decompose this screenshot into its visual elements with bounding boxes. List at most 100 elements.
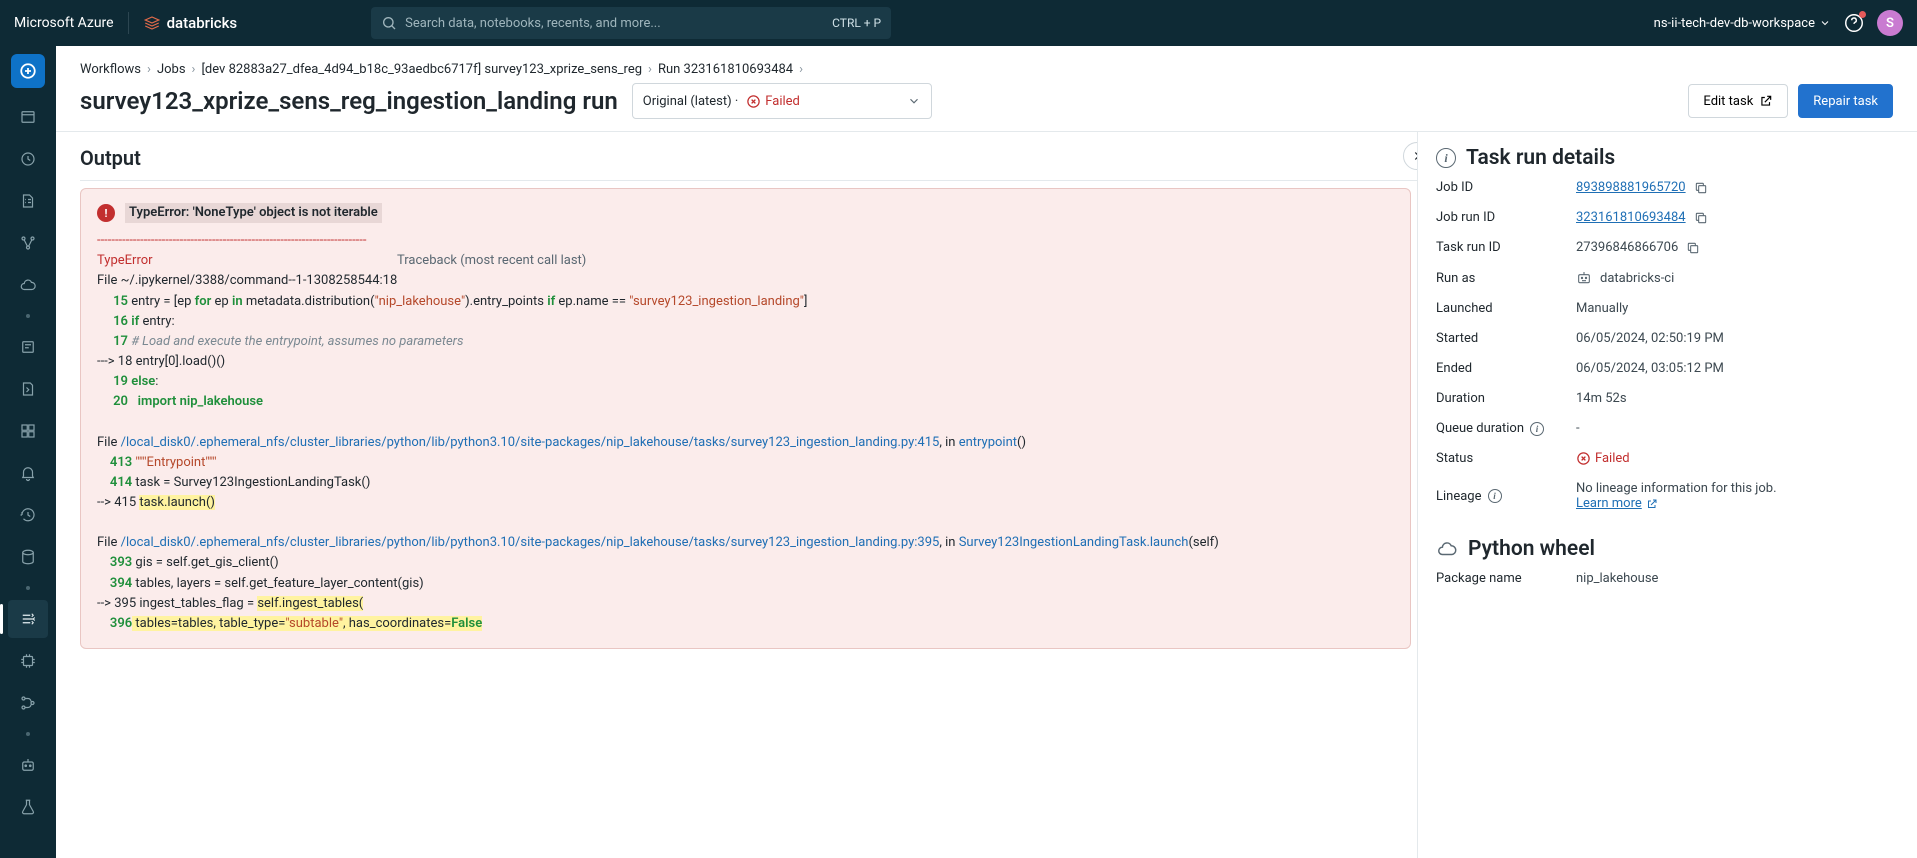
help-button[interactable] xyxy=(1843,12,1865,34)
v-started: 06/05/2024, 02:50:19 PM xyxy=(1576,331,1893,346)
x-circle-icon xyxy=(746,94,761,109)
search-input[interactable] xyxy=(405,16,824,31)
tb-l18: ---> 18 entry[0].load()() xyxy=(97,352,1394,372)
nav-sql[interactable] xyxy=(8,328,48,366)
title-left: survey123_xprize_sens_reg_ingestion_land… xyxy=(80,83,932,119)
tb-file3: File /local_disk0/.ephemeral_nfs/cluster… xyxy=(97,533,1394,553)
robot-icon xyxy=(19,756,37,774)
x-circle-icon xyxy=(1576,451,1591,466)
notification-dot xyxy=(1859,11,1866,18)
nav-ml[interactable] xyxy=(8,746,48,784)
cloud-icon xyxy=(1436,538,1458,560)
page-title: survey123_xprize_sens_reg_ingestion_land… xyxy=(80,87,618,115)
repair-task-button[interactable]: Repair task xyxy=(1798,84,1893,118)
nav-compute[interactable] xyxy=(8,642,48,680)
copy-icon[interactable] xyxy=(1686,241,1700,255)
crumb-run[interactable]: Run 323161810693484 xyxy=(658,62,793,77)
job-id-link[interactable]: 893898881965720 xyxy=(1576,180,1686,195)
external-link-icon xyxy=(1646,498,1658,510)
tb-l19: 19 else: xyxy=(97,372,1394,392)
nav-catalog[interactable] xyxy=(8,182,48,220)
shell: Workflows › Jobs › [dev 82883a27_dfea_4d… xyxy=(0,46,1917,858)
external-link-icon xyxy=(1759,94,1773,108)
nav-dash[interactable] xyxy=(8,412,48,450)
folder-icon xyxy=(19,108,37,126)
avatar[interactable]: S xyxy=(1877,10,1903,36)
nav-experiments[interactable] xyxy=(8,788,48,826)
k-job-run-id: Job run ID xyxy=(1436,210,1576,225)
brand-text: databricks xyxy=(167,14,238,32)
tb-l413: 413 """Entrypoint""" xyxy=(97,453,1394,473)
nav-pipe[interactable] xyxy=(8,684,48,722)
v-run-as: databricks-ci xyxy=(1576,270,1893,286)
info-icon[interactable]: i xyxy=(1530,422,1544,436)
rail-separator-2 xyxy=(26,586,30,590)
title-right: Edit task Repair task xyxy=(1688,84,1893,118)
tb-l16: 16 if entry: xyxy=(97,312,1394,332)
nav-cloud[interactable] xyxy=(8,266,48,304)
v-status: Failed xyxy=(1576,451,1893,466)
content-row: Output ! TypeError: 'NoneType' object is… xyxy=(56,131,1917,858)
plus-icon xyxy=(19,62,37,80)
crumb-job[interactable]: [dev 82883a27_dfea_4d94_b18c_93aedbc6717… xyxy=(201,62,642,77)
workspace-switcher[interactable]: ns-ii-tech-dev-db-workspace xyxy=(1654,16,1831,31)
v-launched: Manually xyxy=(1576,301,1893,316)
k-task-run-id: Task run ID xyxy=(1436,240,1576,255)
chevron-down-icon xyxy=(907,94,921,108)
nav-query[interactable] xyxy=(8,370,48,408)
job-run-id-link[interactable]: 323161810693484 xyxy=(1576,210,1686,225)
search-bar[interactable]: CTRL + P xyxy=(371,7,891,39)
tb-l20: 20 import nip_lakehouse xyxy=(97,392,1394,412)
edit-task-button[interactable]: Edit task xyxy=(1688,84,1788,118)
details-heading: iTask run details xyxy=(1436,146,1893,170)
tb-l396: 396 tables=tables, table_type="subtable"… xyxy=(97,614,1394,634)
info-icon[interactable]: i xyxy=(1488,489,1502,503)
workflows-icon xyxy=(19,610,37,628)
run-selector[interactable]: Original (latest) · Failed xyxy=(632,83,932,119)
details-kv: Job ID 893898881965720 Job run ID 323161… xyxy=(1436,180,1893,511)
databricks-logo[interactable]: databricks xyxy=(143,14,238,32)
info-icon: i xyxy=(1436,148,1456,168)
k-launched: Launched xyxy=(1436,301,1576,316)
run-select-label: Original (latest) · xyxy=(643,94,739,109)
copy-icon[interactable] xyxy=(1694,211,1708,225)
query-icon xyxy=(19,380,37,398)
chevron-right-icon: › xyxy=(648,62,652,77)
learn-more-link[interactable]: Learn more xyxy=(1576,496,1658,511)
catalog-icon xyxy=(19,192,37,210)
nav-warehouse[interactable] xyxy=(8,538,48,576)
edit-label: Edit task xyxy=(1703,94,1753,109)
new-button[interactable] xyxy=(11,54,45,88)
copy-icon[interactable] xyxy=(1694,181,1708,195)
crumb-jobs[interactable]: Jobs xyxy=(157,62,186,77)
v-lineage: No lineage information for this job. Lea… xyxy=(1576,481,1893,511)
nav-flow[interactable] xyxy=(8,224,48,262)
divider xyxy=(128,12,129,34)
nav-history[interactable] xyxy=(8,496,48,534)
breadcrumb: Workflows › Jobs › [dev 82883a27_dfea_4d… xyxy=(56,46,1917,81)
nav-alerts[interactable] xyxy=(8,454,48,492)
k-status: Status xyxy=(1436,451,1576,466)
python-wheel-section: Python wheel Package name nip_lakehouse xyxy=(1436,537,1893,586)
output-scroll[interactable]: ! TypeError: 'NoneType' object is not it… xyxy=(80,188,1411,858)
rail-separator-3 xyxy=(26,732,30,736)
tb-l393: 393 gis = self.get_gis_client() xyxy=(97,553,1394,573)
k-run-as: Run as xyxy=(1436,271,1576,286)
k-started: Started xyxy=(1436,331,1576,346)
error-box: ! TypeError: 'NoneType' object is not it… xyxy=(80,188,1411,649)
nav-workspace[interactable] xyxy=(8,98,48,136)
chevron-right-icon: › xyxy=(147,62,151,77)
left-rail xyxy=(0,46,56,858)
crumb-workflows[interactable]: Workflows xyxy=(80,62,141,77)
v-job-run-id: 323161810693484 xyxy=(1576,210,1893,225)
nav-recents[interactable] xyxy=(8,140,48,178)
nav-workflows[interactable] xyxy=(8,600,48,638)
status-text: Failed xyxy=(765,94,800,109)
tb-l15: 15 entry = [ep for ep in metadata.distri… xyxy=(97,292,1394,312)
service-principal-icon xyxy=(1576,270,1592,286)
k-job-id: Job ID xyxy=(1436,180,1576,195)
sql-icon xyxy=(19,338,37,356)
search-icon xyxy=(381,15,397,31)
k-duration: Duration xyxy=(1436,391,1576,406)
v-ended: 06/05/2024, 03:05:12 PM xyxy=(1576,361,1893,376)
